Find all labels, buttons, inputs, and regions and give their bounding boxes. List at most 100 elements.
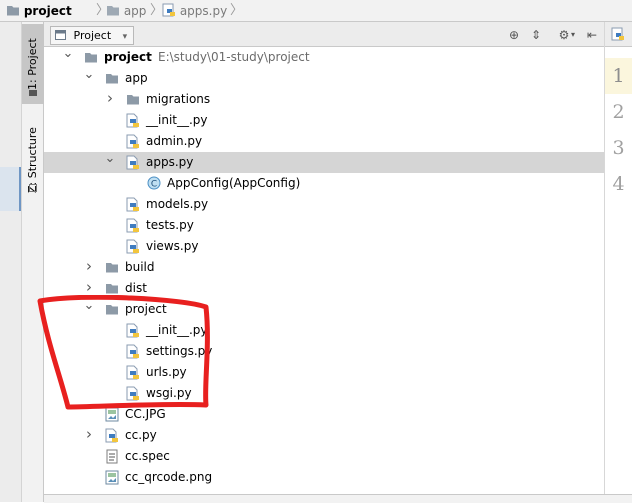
tool-window-strip: 1: Project Z: Structure <box>0 22 44 502</box>
strip-edge <box>0 22 22 502</box>
line-number: 3 <box>612 137 625 159</box>
editor-gutter: 1 2 3 4 <box>604 22 632 502</box>
breadcrumb-app[interactable]: app <box>106 3 146 19</box>
tree-row[interactable]: views.py <box>44 236 604 257</box>
tree-row[interactable]: C AppConfig(AppConfig) <box>44 173 604 194</box>
chevron-down-icon[interactable]: ⌄ <box>83 295 95 316</box>
python-file-icon <box>126 113 140 128</box>
tree-row[interactable]: › dist <box>44 278 604 299</box>
tree-row[interactable]: tests.py <box>44 215 604 236</box>
folder-icon <box>84 50 98 65</box>
tree-row[interactable]: › cc.py <box>44 425 604 446</box>
python-file-icon <box>126 197 140 212</box>
tree-row[interactable]: ⌄ project E:\study\01-study\project <box>44 46 604 68</box>
breadcrumb-apps-py[interactable]: apps.py <box>162 3 227 19</box>
panel-header: Project ▾ ⊕ ⇕ ⚙ ▾ ⇤ <box>44 22 604 47</box>
folder-icon <box>105 260 119 275</box>
tree-item-label: models.py <box>146 197 209 211</box>
folder-icon <box>105 71 119 86</box>
tree-item-label: __init__.py <box>146 323 208 337</box>
python-file-icon <box>126 218 140 233</box>
breadcrumb-project[interactable]: project <box>6 3 72 19</box>
chevron-right-icon[interactable]: › <box>83 424 95 445</box>
navigation-bar: project 〉 app 〉 apps.py 〉 <box>0 0 632 22</box>
gear-dropdown-arrow-icon[interactable]: ▾ <box>568 27 578 43</box>
image-file-icon <box>105 470 119 485</box>
python-file-icon <box>126 239 140 254</box>
tree-row[interactable]: CC.JPG <box>44 404 604 425</box>
tree-item-label: wsgi.py <box>146 386 192 400</box>
tree-item-label: app <box>125 71 148 85</box>
editor-tab-strip <box>605 22 632 47</box>
tree-row[interactable]: ⌄ app <box>44 67 604 89</box>
chevron-down-icon[interactable]: ⌄ <box>104 148 116 169</box>
breadcrumb-separator: 〉 <box>230 3 244 18</box>
breadcrumb-label: apps.py <box>179 4 228 18</box>
python-file-icon <box>126 155 140 170</box>
tree-row[interactable]: __init__.py <box>44 110 604 131</box>
image-file-icon <box>105 407 119 422</box>
tree-row[interactable]: cc.spec <box>44 446 604 467</box>
line-number: 4 <box>612 173 625 195</box>
python-file-icon <box>105 428 119 443</box>
folder-icon <box>107 6 119 16</box>
tree-item-label: dist <box>125 281 147 295</box>
tree-item-label: tests.py <box>146 218 194 232</box>
view-selector-label: Project <box>73 29 112 42</box>
tree-item-label: cc.spec <box>125 449 170 463</box>
hide-panel-icon[interactable]: ⇤ <box>584 27 600 43</box>
project-panel: Project ▾ ⊕ ⇕ ⚙ ▾ ⇤ ⌄ project E:\study\01-… <box>44 22 604 502</box>
chevron-right-icon[interactable]: › <box>104 88 116 109</box>
tree-item-label: CC.JPG <box>125 407 166 421</box>
chevron-down-icon: ▾ <box>122 32 128 42</box>
tree-row[interactable]: ⌄ apps.py <box>44 151 604 173</box>
tree-item-label: apps.py <box>146 155 194 169</box>
tree-item-label: AppConfig(AppConfig) <box>167 176 301 190</box>
python-file-icon <box>126 134 140 149</box>
folder-icon <box>7 6 19 16</box>
tree-row[interactable]: urls.py <box>44 362 604 383</box>
tree-item-label: settings.py <box>146 344 213 358</box>
folder-icon <box>105 302 119 317</box>
breadcrumb-label: app <box>123 4 147 18</box>
tree-row[interactable]: › build <box>44 257 604 278</box>
tree-item-label: cc_qrcode.png <box>125 470 213 484</box>
python-file-icon <box>162 3 175 17</box>
tree-item-label: build <box>125 260 155 274</box>
strip-edge-marker <box>0 167 21 211</box>
tree-item-label: urls.py <box>146 365 187 379</box>
project-tree: ⌄ project E:\study\01-study\project ⌄ app › mi… <box>44 46 604 502</box>
chevron-down-icon[interactable]: ⌄ <box>62 43 74 64</box>
project-view-icon <box>55 30 66 40</box>
chevron-down-icon[interactable]: ⌄ <box>83 64 95 85</box>
python-file-icon <box>126 323 140 338</box>
tree-item-label: __init__.py <box>146 113 208 127</box>
project-tab-icon <box>29 90 37 96</box>
tree-row[interactable]: › migrations <box>44 89 604 110</box>
tree-row[interactable]: cc_qrcode.png <box>44 467 604 488</box>
tree-item-label: views.py <box>146 239 199 253</box>
python-file-icon <box>126 365 140 380</box>
svg-text:C: C <box>151 180 157 190</box>
line-number: 1 <box>605 58 632 94</box>
tree-row[interactable]: ⌄ project <box>44 298 604 320</box>
tree-row[interactable]: admin.py <box>44 131 604 152</box>
tree-item-label: cc.py <box>125 428 157 442</box>
tree-row[interactable]: settings.py <box>44 341 604 362</box>
collapse-all-icon[interactable]: ⇕ <box>528 27 544 43</box>
tree-row[interactable]: __init__.py <box>44 320 604 341</box>
structure-tab-icon <box>29 184 37 192</box>
tree-row[interactable]: models.py <box>44 194 604 215</box>
python-file-icon <box>126 344 140 359</box>
tree-row[interactable]: wsgi.py <box>44 383 604 404</box>
tree-item-label: migrations <box>146 92 211 106</box>
chevron-right-icon[interactable]: › <box>83 256 95 277</box>
breadcrumb-label: project <box>23 4 72 18</box>
tree-item-label: project <box>104 50 152 64</box>
python-file-icon <box>126 386 140 401</box>
tree-item-label: admin.py <box>146 134 203 148</box>
folder-icon <box>126 92 140 107</box>
python-file-icon <box>611 27 624 41</box>
text-file-icon <box>105 449 119 464</box>
locate-target-icon[interactable]: ⊕ <box>506 27 522 43</box>
